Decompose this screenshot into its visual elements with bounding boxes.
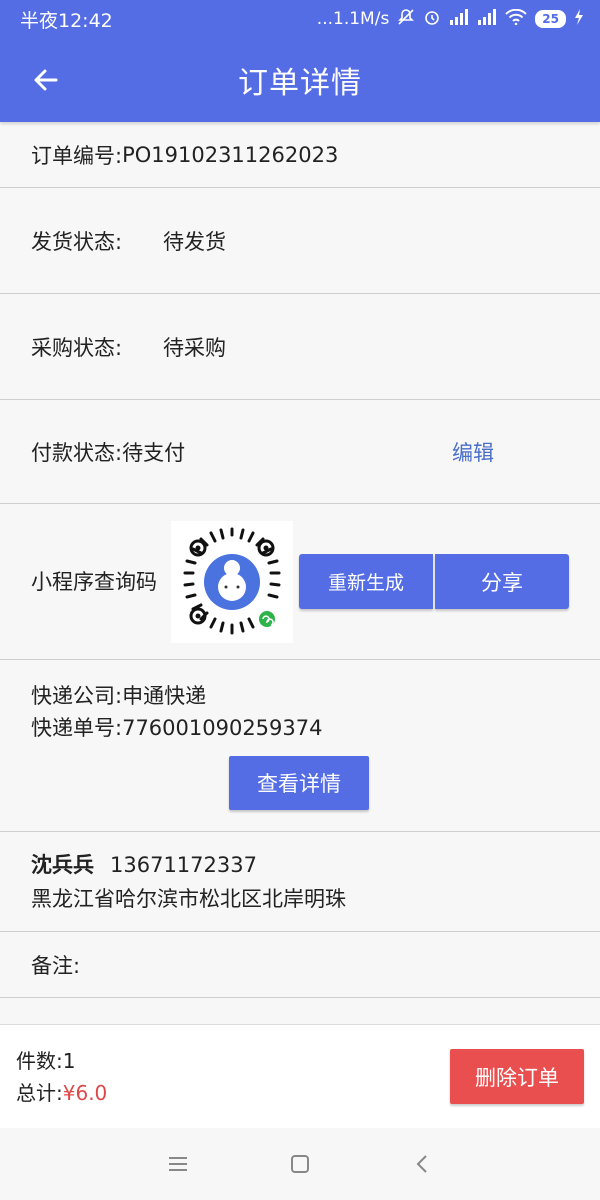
item-count-label: 件数: (16, 1048, 63, 1073)
express-tracking-label: 快递单号: (31, 716, 123, 740)
order-number-row: 订单编号: PO19102311262023 (0, 122, 600, 188)
chevron-left-icon (416, 1155, 427, 1173)
purchase-status-row: 采购状态: 待采购 (0, 294, 600, 400)
payment-status-value: 待支付 (122, 440, 186, 465)
page-title: 订单详情 (238, 66, 362, 101)
mini-program-qr-code (171, 520, 293, 643)
note-label: 备注: (31, 953, 81, 978)
shipping-status-label: 发货状态: (31, 229, 123, 254)
recipient-row: 沈兵兵 13671172337 黑龙江省哈尔滨市松北区北岸明珠 (0, 832, 600, 932)
payment-status-row: 付款状态:待支付 编辑 (0, 400, 600, 504)
order-total-value: ¥6.0 (62, 1080, 108, 1105)
payment-status-label: 付款状态: (31, 440, 123, 465)
battery-icon: 25 (535, 10, 566, 28)
order-total-label: 总计: (16, 1080, 63, 1105)
recipient-contact: 沈兵兵 13671172337 (31, 848, 257, 882)
recipient-name: 沈兵兵 (31, 852, 94, 877)
view-details-button[interactable]: 查看详情 (229, 756, 369, 810)
signal-icon-2 (477, 8, 497, 30)
express-tracking-value: 776001090259374 (122, 716, 323, 740)
status-bar: 半夜12:42 ...1.1M/s 25 (0, 0, 600, 38)
order-total: 总计:¥6.0 (16, 1077, 107, 1109)
note-row: 备注: (0, 932, 600, 998)
network-speed: ...1.1M/s (316, 9, 390, 29)
express-company: 快递公司:申通快递 (31, 680, 206, 712)
back-button[interactable] (26, 60, 66, 100)
recipient-address: 黑龙江省哈尔滨市松北区北岸明珠 (31, 886, 346, 911)
edit-payment-link[interactable]: 编辑 (452, 437, 494, 467)
status-icons: ...1.1M/s 25 (317, 8, 584, 31)
recipient-phone: 13671172337 (110, 852, 257, 877)
purchase-status-label: 采购状态: (31, 335, 123, 360)
wifi-icon (505, 8, 528, 30)
mini-program-label: 小程序查询码 (31, 569, 157, 594)
mute-icon (397, 8, 415, 31)
menu-icon (169, 1157, 187, 1171)
order-number-label: 订单编号: (31, 143, 123, 168)
payment-status-text: 付款状态:待支付 (31, 437, 185, 467)
alarm-icon (423, 8, 441, 31)
status-time: 半夜12:42 (20, 9, 113, 32)
menu-nav-button[interactable] (163, 1149, 193, 1179)
express-company-label: 快递公司: (31, 684, 123, 708)
spacer (0, 998, 600, 1026)
back-nav-button[interactable] (407, 1149, 437, 1179)
express-row: 快递公司:申通快递 快递单号:776001090259374 查看详情 (0, 660, 600, 832)
signal-icon (449, 8, 469, 30)
order-summary: 件数:1 总计:¥6.0 (16, 1045, 107, 1109)
delete-order-button[interactable]: 删除订单 (450, 1049, 584, 1104)
express-tracking: 快递单号:776001090259374 (31, 712, 323, 744)
shipping-status-row: 发货状态: 待发货 (0, 188, 600, 294)
mini-program-row: 小程序查询码 重新生成 分享 (0, 504, 600, 660)
shipping-status-value: 待发货 (163, 229, 226, 254)
charging-icon (574, 8, 584, 30)
share-button[interactable]: 分享 (435, 554, 569, 609)
regenerate-qr-button[interactable]: 重新生成 (299, 554, 433, 609)
app-bar: 订单详情 (0, 38, 600, 122)
purchase-status-value: 待采购 (163, 335, 226, 360)
order-number-value: PO19102311262023 (122, 142, 339, 167)
home-square-icon (291, 1155, 309, 1173)
bottom-summary-bar: 件数:1 总计:¥6.0 删除订单 (0, 1024, 600, 1128)
item-count: 件数:1 (16, 1045, 107, 1077)
home-nav-button[interactable] (285, 1149, 315, 1179)
system-nav-bar (0, 1128, 600, 1200)
item-count-value: 1 (62, 1048, 76, 1073)
arrow-left-icon (34, 69, 58, 91)
express-company-value: 申通快递 (122, 684, 207, 708)
